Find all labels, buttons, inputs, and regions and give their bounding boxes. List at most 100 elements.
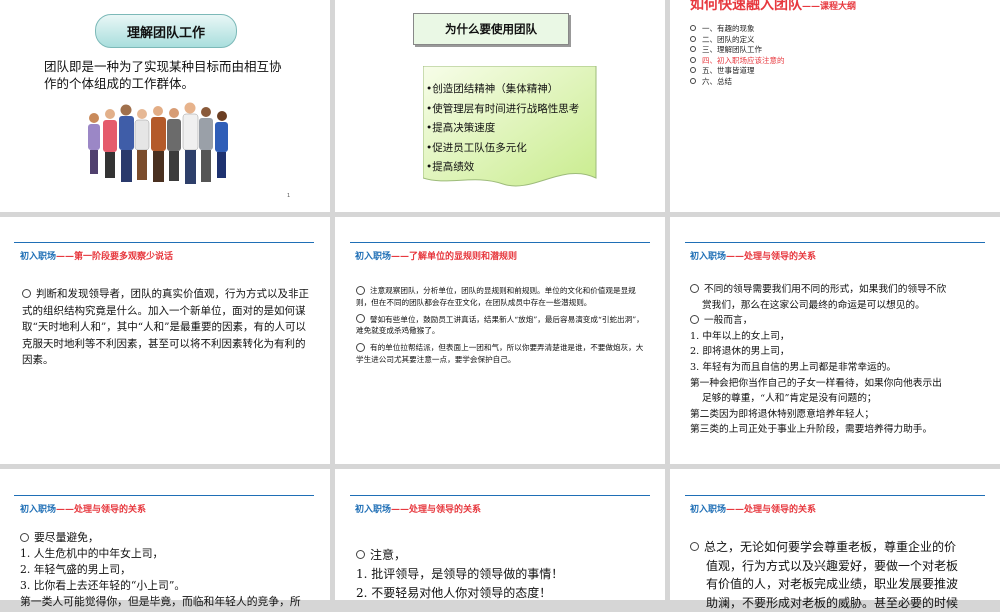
outline-item-text: 二、团队的定义 bbox=[702, 35, 755, 44]
slide4-header: 初入职场——第一阶段要多观察少说话 bbox=[20, 249, 173, 262]
text-line-content: 注意， bbox=[370, 548, 406, 562]
text-line: 值观，行为方式以及兴趣爱好，要做一个对老板 bbox=[690, 557, 980, 576]
slide6-body: 不同的领导需要我们用不同的形式，如果我们的领导不欣 赏我们，那么在这家公司最终的… bbox=[690, 282, 980, 438]
bullet-icon bbox=[356, 550, 365, 559]
text-line: 1. 批评领导，是领导的领导做的事情！ bbox=[356, 565, 646, 584]
text-line-content: 要尽量避免， bbox=[34, 531, 99, 544]
text-line: 一般而言， bbox=[690, 313, 980, 329]
outline-item-text: 三、理解团队工作 bbox=[702, 45, 762, 54]
slide9-header: 初入职场——处理与领导的关系 bbox=[690, 502, 816, 515]
paragraph: 有的单位拉帮结派，但表面上一团和气，所以你要弄清楚谁是谁，不要做炮灰，大学生进公… bbox=[356, 342, 648, 366]
text-line: 有价值的人，对老板完成业绩，职业发展要推波 bbox=[690, 575, 980, 594]
outline-item-text: 五、世事皆道理 bbox=[702, 66, 755, 75]
slide3-subtitle: ——课程大纲 bbox=[802, 2, 856, 12]
header-main: 初入职场 bbox=[690, 252, 726, 262]
text-line: 赏我们，那么在这家公司最终的命运是可以想见的。 bbox=[690, 298, 980, 314]
outline-item: 一、有趣的现象 bbox=[690, 24, 785, 35]
header-sub: ——处理与领导的关系 bbox=[726, 252, 816, 262]
slide9-body: 总之，无论如何要学会尊重老板，尊重企业的价 值观，行为方式以及兴趣爱好，要做一个… bbox=[690, 538, 980, 612]
header-main: 初入职场 bbox=[355, 252, 391, 262]
text-line: 第二类因为即将退休特别愿意培养年轻人； bbox=[690, 407, 980, 423]
text-line-content: 一般而言， bbox=[704, 315, 752, 326]
text-line: 3. 年轻有为而且自信的男上司都是非常幸运的。 bbox=[690, 360, 980, 376]
team-people-illustration bbox=[82, 98, 242, 194]
slide7-header: 初入职场——处理与领导的关系 bbox=[20, 502, 146, 515]
outline-item-text: 一、有趣的现象 bbox=[702, 24, 755, 33]
header-rule bbox=[350, 242, 650, 243]
outline-item-text: 六、总结 bbox=[702, 77, 732, 86]
header-main: 初入职场 bbox=[690, 505, 726, 515]
slide5-header: 初入职场——了解单位的显规则和潜规则 bbox=[355, 249, 517, 262]
header-sub: ——处理与领导的关系 bbox=[56, 505, 146, 515]
outline-item-current: 四、初入职场应该注意的 bbox=[690, 56, 785, 67]
header-main: 初入职场 bbox=[20, 505, 56, 515]
header-main: 初入职场 bbox=[20, 252, 56, 262]
header-sub: ——处理与领导的关系 bbox=[726, 505, 816, 515]
text-line: 不同的领导需要我们用不同的形式，如果我们的领导不欣 bbox=[690, 282, 980, 298]
bullet-icon bbox=[690, 57, 696, 63]
slide2-title-text: 为什么要使用团队 bbox=[445, 21, 537, 37]
bullet-icon bbox=[690, 67, 696, 73]
slide8-body: 注意， 1. 批评领导，是领导的领导做的事情！ 2. 不要轻易对他人你对领导的态… bbox=[356, 546, 646, 603]
bullet-icon bbox=[690, 315, 699, 324]
slide7-body: 要尽量避免， 1. 人生危机中的中年女上司， 2. 年轻气盛的男上司， 3. 比… bbox=[20, 530, 320, 610]
bullet-icon bbox=[690, 25, 696, 31]
list-item: •创造团结精神（集体精神） bbox=[426, 80, 579, 100]
text-line: 助澜，不要形成对老板的威胁。甚至必要的时候 bbox=[690, 594, 980, 612]
header-rule bbox=[14, 495, 314, 496]
bullet-icon bbox=[690, 36, 696, 42]
slide1-title: 理解团队工作 bbox=[95, 14, 237, 48]
text-line: 2. 不要轻易对他人你对领导的态度！ bbox=[356, 584, 646, 603]
header-sub: ——了解单位的显规则和潜规则 bbox=[391, 252, 517, 262]
text-line: 1. 中年以上的女上司， bbox=[690, 329, 980, 345]
slide3-title-main: 如何快速融入团队 bbox=[690, 0, 802, 13]
text-line: 第一种会把你当作自己的子女一样看待，如果你向他表示出 bbox=[690, 376, 980, 392]
text-line: 1. 人生危机中的中年女上司， bbox=[20, 546, 320, 562]
list-item: •使管理层有时间进行战略性思考 bbox=[426, 100, 579, 120]
slide2-list: •创造团结精神（集体精神） •使管理层有时间进行战略性思考 •提高决策速度 •促… bbox=[426, 80, 579, 178]
text-line: 2. 即将退休的男上司， bbox=[690, 344, 980, 360]
text-line: 要尽量避免， bbox=[20, 530, 320, 546]
text-line: 第三类的上司正处于事业上升阶段，需要培养得力助手。 bbox=[690, 422, 980, 438]
header-sub: ——第一阶段要多观察少说话 bbox=[56, 252, 173, 262]
bullet-icon bbox=[356, 286, 365, 295]
outline-item: 三、理解团队工作 bbox=[690, 45, 785, 56]
text-line-content: 不同的领导需要我们用不同的形式，如果我们的领导不欣 bbox=[704, 284, 946, 295]
outline-item: 五、世事皆道理 bbox=[690, 66, 785, 77]
header-rule bbox=[350, 495, 650, 496]
slide4-body: 判断和发现领导者，团队的真实价值观，行为方式以及非正式的组织结构究竟是什么。加入… bbox=[22, 286, 312, 369]
paragraph-text: 注意观察团队，分析单位，团队的显规则和前规则。单位的文化和价值观是显规则，但在不… bbox=[356, 286, 636, 307]
bullet-icon bbox=[356, 343, 365, 352]
bullet-icon bbox=[690, 284, 699, 293]
text-line: 总之，无论如何要学会尊重老板，尊重企业的价 bbox=[690, 538, 980, 557]
header-main: 初入职场 bbox=[355, 505, 391, 515]
text-line-content: 总之，无论如何要学会尊重老板，尊重企业的价 bbox=[704, 540, 956, 554]
paragraph: 譬如有些单位，鼓励员工讲真话，结果新人“放炮”，最后容易演变成“引蛇出洞”，难免… bbox=[356, 314, 648, 338]
outline-item: 六、总结 bbox=[690, 77, 785, 88]
paragraph: 注意观察团队，分析单位，团队的显规则和前规则。单位的文化和价值观是显规则，但在不… bbox=[356, 285, 648, 309]
slide1-body: 团队即是一种为了实现某种目标而由相互协作的个体组成的工作群体。 bbox=[44, 58, 284, 92]
text-line: 第一类人可能觉得你，但是毕竟，而临和年轻人的竞争，所 bbox=[20, 594, 320, 610]
text-line: 足够的尊重，“人和”肯定是没有问题的； bbox=[690, 391, 980, 407]
slide2-title: 为什么要使用团队 bbox=[413, 13, 569, 45]
list-item: •提高绩效 bbox=[426, 158, 579, 178]
header-rule bbox=[685, 242, 985, 243]
outline-item: 二、团队的定义 bbox=[690, 35, 785, 46]
bullet-icon bbox=[356, 314, 365, 323]
bullet-icon bbox=[690, 46, 696, 52]
page-number: 1 bbox=[287, 193, 290, 199]
slide6-header: 初入职场——处理与领导的关系 bbox=[690, 249, 816, 262]
header-rule bbox=[14, 242, 314, 243]
text-line: 2. 年轻气盛的男上司， bbox=[20, 562, 320, 578]
slide4-body-text: 判断和发现领导者，团队的真实价值观，行为方式以及非正式的组织结构究竟是什么。加入… bbox=[22, 288, 309, 366]
text-line: 注意， bbox=[356, 546, 646, 565]
list-item: •提高决策速度 bbox=[426, 119, 579, 139]
paragraph-text: 有的单位拉帮结派，但表面上一团和气，所以你要弄清楚谁是谁，不要做炮灰，大学生进公… bbox=[356, 343, 643, 364]
text-line: 3. 比你看上去还年轻的“小上司”。 bbox=[20, 578, 320, 594]
bullet-icon bbox=[22, 289, 31, 298]
bullet-icon bbox=[20, 533, 29, 542]
paragraph-text: 譬如有些单位，鼓励员工讲真话，结果新人“放炮”，最后容易演变成“引蛇出洞”，难免… bbox=[356, 315, 644, 336]
course-outline-list: 一、有趣的现象 二、团队的定义 三、理解团队工作 四、初入职场应该注意的 五、世… bbox=[690, 24, 785, 87]
list-item: •促进员工队伍多元化 bbox=[426, 139, 579, 159]
slide5-body: 注意观察团队，分析单位，团队的显规则和前规则。单位的文化和价值观是显规则，但在不… bbox=[356, 285, 648, 371]
